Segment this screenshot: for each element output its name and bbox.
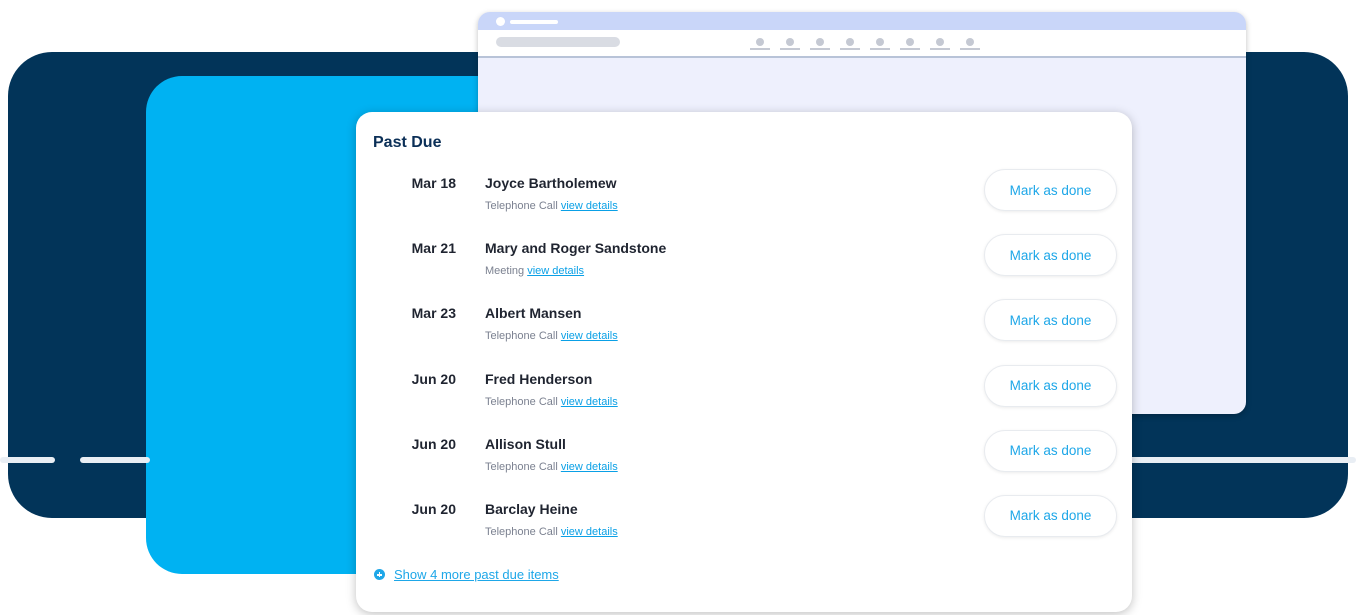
task-type: Telephone Call xyxy=(485,330,558,343)
browser-titlebar xyxy=(478,12,1246,30)
nav-item-icon[interactable] xyxy=(810,38,830,50)
task-list: Mar 18 Joyce Bartholemew Telephone Call … xyxy=(356,169,1132,560)
view-details-link[interactable]: view details xyxy=(561,396,618,408)
task-row: Jun 20 Barclay Heine Telephone Call view… xyxy=(356,494,1132,560)
browser-tab[interactable] xyxy=(510,20,558,24)
mark-as-done-button[interactable]: Mark as done xyxy=(984,169,1117,211)
browser-toolbar xyxy=(478,30,1246,58)
nav-item-icon[interactable] xyxy=(930,38,950,50)
task-date: Mar 18 xyxy=(411,175,456,191)
plus-circle-icon xyxy=(374,569,385,580)
view-details-link[interactable]: view details xyxy=(561,526,618,538)
decorative-dash xyxy=(1128,457,1356,463)
show-more-label[interactable]: Show 4 more past due items xyxy=(394,567,559,582)
nav-item-icon[interactable] xyxy=(870,38,890,50)
task-row: Mar 21 Mary and Roger Sandstone Meeting … xyxy=(356,234,1132,299)
task-row: Mar 23 Albert Mansen Telephone Call view… xyxy=(356,299,1132,364)
mark-as-done-button[interactable]: Mark as done xyxy=(984,299,1117,342)
view-details-link[interactable]: view details xyxy=(561,330,618,342)
task-date: Jun 20 xyxy=(411,500,456,517)
nav-item-icon[interactable] xyxy=(780,38,800,50)
mark-as-done-button[interactable]: Mark as done xyxy=(984,429,1117,472)
task-name: Fred Henderson xyxy=(485,370,593,387)
card-title: Past Due xyxy=(373,134,442,151)
nav-item-icon[interactable] xyxy=(900,38,920,50)
show-more-link[interactable]: Show 4 more past due items xyxy=(374,567,559,582)
task-name: Mary and Roger Sandstone xyxy=(485,240,667,257)
task-subtitle: Telephone Call view details xyxy=(485,396,618,408)
browser-nav xyxy=(750,38,980,50)
view-details-link[interactable]: view details xyxy=(561,461,618,473)
task-row: Jun 20 Fred Henderson Telephone Call vie… xyxy=(356,364,1132,430)
task-row: Jun 20 Allison Stull Telephone Call view… xyxy=(356,429,1132,495)
task-name: Allison Stull xyxy=(485,435,566,452)
task-name: Albert Mansen xyxy=(485,305,582,322)
task-subtitle: Telephone Call view details xyxy=(485,200,618,212)
task-subtitle: Telephone Call view details xyxy=(485,526,618,538)
task-date: Mar 21 xyxy=(411,240,456,257)
stage: Past Due Mar 18 Joyce Bartholemew Teleph… xyxy=(0,0,1356,615)
view-details-link[interactable]: view details xyxy=(561,200,618,212)
task-subtitle: Telephone Call view details xyxy=(485,330,618,342)
task-name: Barclay Heine xyxy=(485,500,578,517)
mark-as-done-button[interactable]: Mark as done xyxy=(984,234,1117,277)
view-details-link[interactable]: view details xyxy=(527,265,584,277)
mark-as-done-button[interactable]: Mark as done xyxy=(984,494,1117,537)
task-subtitle: Meeting view details xyxy=(485,265,584,277)
address-bar[interactable] xyxy=(496,37,620,47)
task-type: Telephone Call xyxy=(485,525,558,538)
mark-as-done-button[interactable]: Mark as done xyxy=(984,364,1117,407)
decorative-dash xyxy=(80,457,150,463)
task-type: Telephone Call xyxy=(485,395,558,408)
task-type: Telephone Call xyxy=(485,460,558,473)
nav-item-icon[interactable] xyxy=(960,38,980,50)
task-row: Mar 18 Joyce Bartholemew Telephone Call … xyxy=(356,169,1132,234)
task-type: Telephone Call xyxy=(485,200,558,212)
task-date: Jun 20 xyxy=(411,435,456,452)
window-control-icon[interactable] xyxy=(496,17,505,26)
task-date: Mar 23 xyxy=(411,305,456,322)
task-subtitle: Telephone Call view details xyxy=(485,461,618,473)
past-due-card: Past Due Mar 18 Joyce Bartholemew Teleph… xyxy=(356,112,1132,612)
task-name: Joyce Bartholemew xyxy=(485,175,617,191)
nav-item-icon[interactable] xyxy=(840,38,860,50)
task-type: Meeting xyxy=(485,265,525,278)
decorative-dash xyxy=(0,457,55,463)
nav-item-icon[interactable] xyxy=(750,38,770,50)
task-date: Jun 20 xyxy=(411,370,456,387)
